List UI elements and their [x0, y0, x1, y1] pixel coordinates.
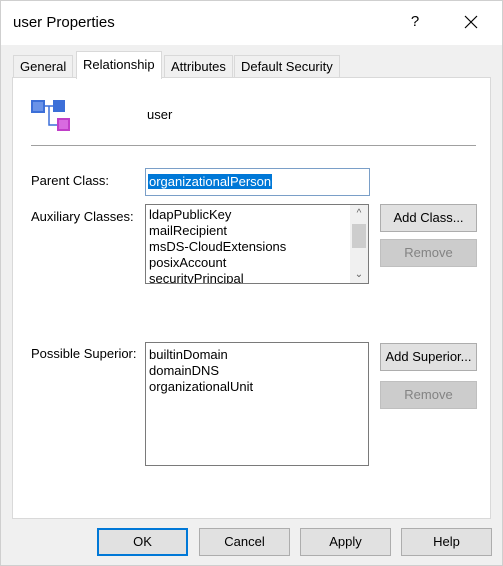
possible-superior-list[interactable]: builtinDomain domainDNS organizationalUn…	[145, 342, 369, 466]
possible-superior-label: Possible Superior:	[31, 346, 137, 361]
tab-relationship[interactable]: Relationship	[76, 51, 162, 79]
parent-class-value: organizationalPerson	[148, 174, 273, 189]
list-item[interactable]: posixAccount	[146, 255, 350, 271]
help-button[interactable]: Help	[401, 528, 492, 556]
list-item[interactable]: ldapPublicKey	[146, 207, 350, 223]
scroll-down-icon[interactable]: ⌄	[350, 266, 368, 283]
close-button[interactable]	[456, 9, 486, 37]
relationship-panel: user Parent Class: organizationalPerson …	[12, 77, 491, 519]
vertical-scrollbar[interactable]: ^ ⌄	[350, 205, 368, 283]
parent-class-field[interactable]: organizationalPerson	[145, 168, 370, 196]
tab-default-security[interactable]: Default Security	[234, 55, 340, 78]
help-title-button[interactable]: ?	[403, 9, 427, 35]
tab-general[interactable]: General	[13, 55, 74, 78]
separator	[31, 145, 476, 146]
list-item[interactable]: domainDNS	[146, 363, 368, 379]
list-item[interactable]: msDS-CloudExtensions	[146, 239, 350, 255]
add-superior-button[interactable]: Add Superior...	[380, 343, 477, 371]
auxiliary-classes-label: Auxiliary Classes:	[31, 209, 134, 224]
list-item[interactable]: organizationalUnit	[146, 379, 368, 395]
ok-button[interactable]: OK	[97, 528, 188, 556]
list-item[interactable]: securityPrincipal	[146, 271, 350, 283]
scroll-thumb[interactable]	[352, 224, 366, 248]
window-title: user Properties	[13, 14, 115, 31]
auxiliary-classes-list[interactable]: ldapPublicKey mailRecipient msDS-CloudEx…	[145, 204, 369, 284]
list-item[interactable]: mailRecipient	[146, 223, 350, 239]
parent-class-label: Parent Class:	[31, 173, 110, 188]
title-bar: user Properties ?	[1, 1, 502, 45]
add-class-button[interactable]: Add Class...	[380, 204, 477, 232]
apply-button[interactable]: Apply	[300, 528, 391, 556]
remove-auxiliary-button[interactable]: Remove	[380, 239, 477, 267]
properties-dialog: user Properties ? General Relationship A…	[0, 0, 503, 566]
close-icon	[464, 15, 478, 29]
scroll-up-icon[interactable]: ^	[350, 205, 368, 222]
class-hierarchy-icon	[31, 100, 70, 131]
class-name: user	[147, 107, 173, 122]
list-item[interactable]: builtinDomain	[146, 347, 368, 363]
cancel-button[interactable]: Cancel	[199, 528, 290, 556]
tab-attributes[interactable]: Attributes	[164, 55, 233, 78]
remove-superior-button[interactable]: Remove	[380, 381, 477, 409]
